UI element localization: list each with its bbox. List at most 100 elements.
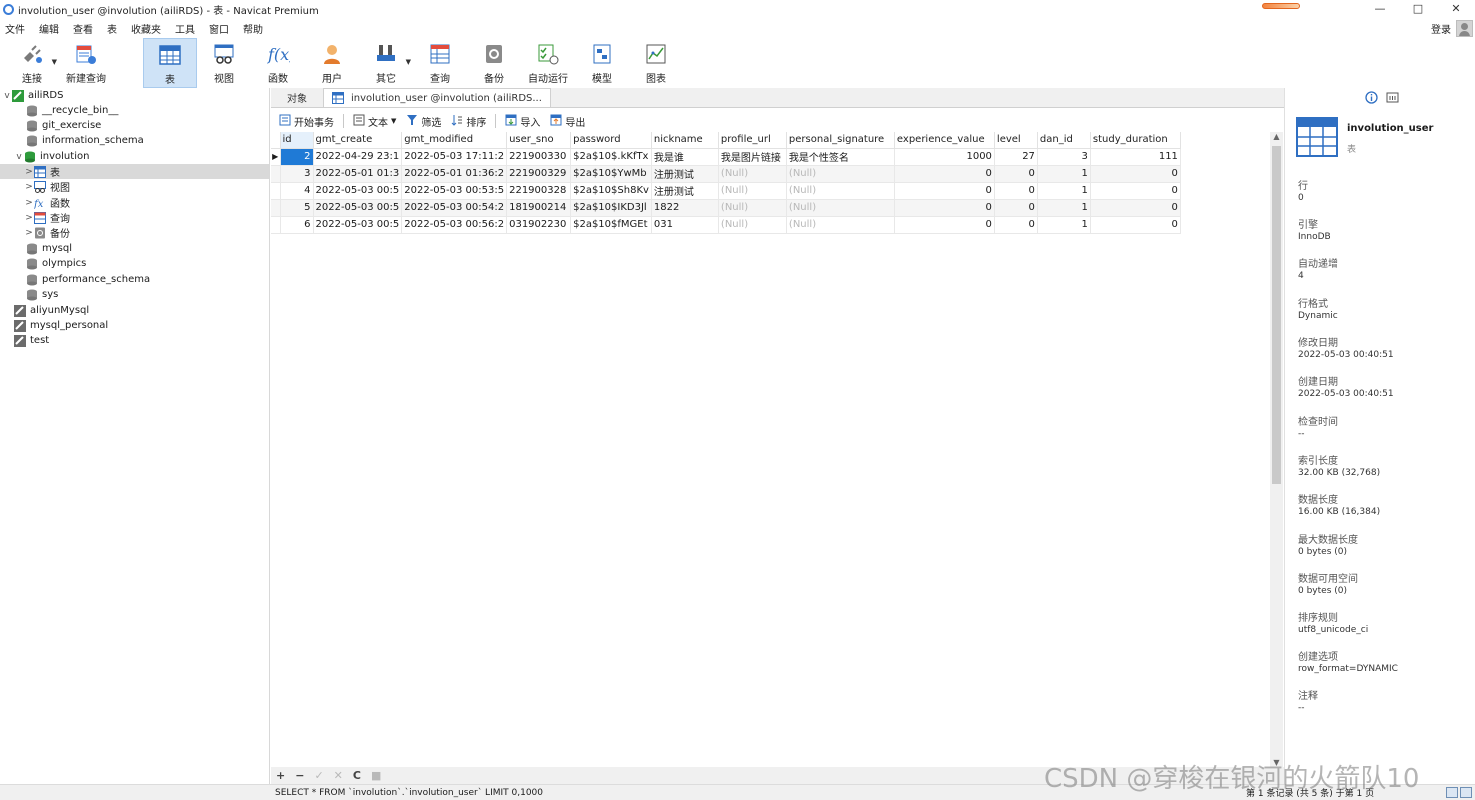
- sort-button[interactable]: 排序: [447, 112, 490, 130]
- column-header-study-duration[interactable]: study_duration: [1090, 132, 1181, 149]
- menu-edit[interactable]: 编辑: [34, 21, 68, 36]
- cell-user-sno[interactable]: 221900329: [506, 165, 572, 183]
- cell-study-duration[interactable]: 0: [1090, 182, 1181, 200]
- column-header-personal-signature[interactable]: personal_signature: [786, 132, 895, 149]
- column-header-nickname[interactable]: nickname: [651, 132, 719, 149]
- cell-experience-value[interactable]: 0: [894, 165, 995, 183]
- chevron-down-icon[interactable]: v: [14, 152, 24, 162]
- menu-favorites[interactable]: 收藏夹: [126, 21, 170, 36]
- cell-level[interactable]: 0: [994, 199, 1038, 217]
- cell-gmt-modified[interactable]: 2022-05-03 00:54:2: [401, 199, 508, 217]
- cell-personal-signature[interactable]: (Null): [786, 165, 895, 183]
- cell-gmt-modified[interactable]: 2022-05-03 00:56:2: [401, 216, 508, 234]
- tree-item-recycle-bin[interactable]: __recycle_bin__: [0, 103, 269, 118]
- scroll-thumb[interactable]: [1272, 146, 1281, 484]
- chart-button[interactable]: 图表: [629, 38, 683, 88]
- tree-item-performance-schema[interactable]: performance_schema: [0, 272, 269, 287]
- menu-tools[interactable]: 工具: [170, 21, 204, 36]
- column-header-dan-id[interactable]: dan_id: [1037, 132, 1091, 149]
- chevron-down-icon[interactable]: ▼: [406, 58, 411, 66]
- grid-vertical-scrollbar[interactable]: ▲ ▼: [1270, 132, 1283, 767]
- cell-study-duration[interactable]: 0: [1090, 165, 1181, 183]
- cell-dan-id[interactable]: 1: [1037, 199, 1091, 217]
- menu-table[interactable]: 表: [102, 21, 126, 36]
- tree-item-queries[interactable]: > 查询: [0, 210, 269, 225]
- cell-gmt-modified[interactable]: 2022-05-03 17:11:2: [401, 148, 508, 166]
- table-row[interactable]: 5 2022-05-03 00:5 2022-05-03 00:54:2 181…: [271, 199, 1181, 217]
- cell-nickname[interactable]: 1822: [651, 199, 719, 217]
- cell-user-sno[interactable]: 181900214: [506, 199, 572, 217]
- begin-transaction-button[interactable]: 开始事务: [275, 112, 338, 130]
- discard-changes-button[interactable]: ✕: [334, 769, 343, 782]
- menu-file[interactable]: 文件: [0, 21, 34, 36]
- cell-level[interactable]: 0: [994, 216, 1038, 234]
- export-button[interactable]: 导出: [546, 112, 589, 130]
- tree-item-tables[interactable]: > 表: [0, 164, 269, 179]
- cell-gmt-create[interactable]: 2022-04-29 23:1: [313, 148, 403, 166]
- refresh-button[interactable]: C: [353, 769, 361, 782]
- tab-involution-user[interactable]: involution_user @involution (ailiRDS...: [323, 88, 551, 107]
- cell-personal-signature[interactable]: (Null): [786, 216, 895, 234]
- cell-profile-url[interactable]: (Null): [718, 182, 787, 200]
- column-header-id[interactable]: id: [280, 132, 314, 149]
- cell-gmt-modified[interactable]: 2022-05-03 00:53:5: [401, 182, 508, 200]
- cell-gmt-modified[interactable]: 2022-05-01 01:36:2: [401, 165, 508, 183]
- menu-window[interactable]: 窗口: [204, 21, 238, 36]
- tree-item-git-exercise[interactable]: git_exercise: [0, 118, 269, 133]
- auto-run-button[interactable]: 自动运行: [521, 38, 575, 88]
- tree-item-views[interactable]: > 视图: [0, 179, 269, 194]
- minimize-button[interactable]: —: [1361, 0, 1399, 18]
- new-query-button[interactable]: 新建查询: [59, 38, 113, 88]
- cell-id[interactable]: 3: [280, 165, 314, 183]
- tree-item-mysql[interactable]: mysql: [0, 241, 269, 256]
- tree-item-mysql-personal[interactable]: mysql_personal: [0, 318, 269, 333]
- table-row[interactable]: 4 2022-05-03 00:5 2022-05-03 00:53:5 221…: [271, 182, 1181, 200]
- column-header-gmt-create[interactable]: gmt_create: [313, 132, 403, 149]
- grid-view-icon[interactable]: [1446, 787, 1458, 798]
- view-button[interactable]: 视图: [197, 38, 251, 88]
- chevron-down-icon[interactable]: v: [2, 91, 12, 101]
- close-button[interactable]: ✕: [1437, 0, 1475, 18]
- chevron-right-icon[interactable]: >: [24, 228, 34, 238]
- table-button[interactable]: 表: [143, 38, 197, 88]
- menu-help[interactable]: 帮助: [238, 21, 272, 36]
- cell-gmt-create[interactable]: 2022-05-03 00:5: [313, 182, 403, 200]
- column-header-user-sno[interactable]: user_sno: [506, 132, 572, 149]
- user-button[interactable]: 用户: [305, 38, 359, 88]
- cell-experience-value[interactable]: 0: [894, 199, 995, 217]
- cell-dan-id[interactable]: 1: [1037, 182, 1091, 200]
- text-view-button[interactable]: 文本 ▼: [349, 112, 400, 130]
- column-header-level[interactable]: level: [994, 132, 1038, 149]
- model-button[interactable]: 模型: [575, 38, 629, 88]
- menu-view[interactable]: 查看: [68, 21, 102, 36]
- tree-item-aliyunmysql[interactable]: aliyunMysql: [0, 303, 269, 318]
- cell-personal-signature[interactable]: (Null): [786, 182, 895, 200]
- tree-item-functions[interactable]: > fx 函数: [0, 195, 269, 211]
- query-button[interactable]: 查询: [413, 38, 467, 88]
- cell-personal-signature[interactable]: (Null): [786, 199, 895, 217]
- cell-study-duration[interactable]: 0: [1090, 216, 1181, 234]
- cell-nickname[interactable]: 我是谁: [651, 148, 719, 166]
- tree-item-test[interactable]: test: [0, 333, 269, 348]
- add-record-button[interactable]: +: [276, 769, 285, 782]
- cell-study-duration[interactable]: 0: [1090, 199, 1181, 217]
- scroll-up-icon[interactable]: ▲: [1270, 132, 1283, 141]
- cell-id[interactable]: 5: [280, 199, 314, 217]
- info-icon[interactable]: [1365, 91, 1378, 107]
- chevron-right-icon[interactable]: >: [24, 213, 34, 223]
- column-header-password[interactable]: password: [570, 132, 652, 149]
- cell-nickname[interactable]: 注册测试: [651, 182, 719, 200]
- table-row[interactable]: ▶ 2 2022-04-29 23:1 2022-05-03 17:11:2 2…: [271, 148, 1181, 166]
- tree-item-sys[interactable]: sys: [0, 287, 269, 302]
- stop-button[interactable]: ■: [371, 769, 381, 782]
- connect-button[interactable]: 连接 ▼: [5, 38, 59, 88]
- filter-button[interactable]: 筛选: [402, 112, 445, 130]
- cell-id[interactable]: 4: [280, 182, 314, 200]
- cell-profile-url[interactable]: 我是图片链接: [718, 148, 787, 166]
- cell-level[interactable]: 0: [994, 182, 1038, 200]
- cell-gmt-create[interactable]: 2022-05-01 01:3: [313, 165, 403, 183]
- function-button[interactable]: f(x) 函数: [251, 38, 305, 88]
- cell-profile-url[interactable]: (Null): [718, 216, 787, 234]
- login-link[interactable]: 登录: [1431, 21, 1451, 36]
- chevron-right-icon[interactable]: >: [24, 198, 34, 208]
